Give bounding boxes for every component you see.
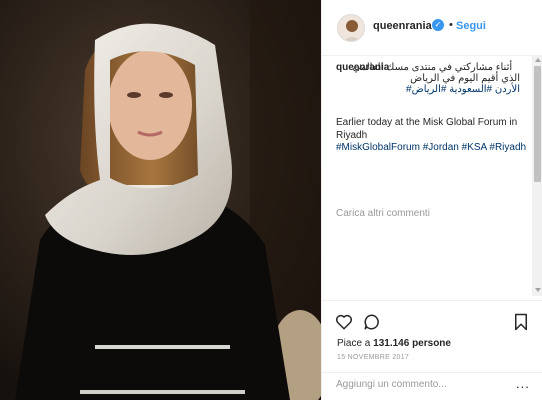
profile-avatar[interactable] (337, 14, 365, 42)
comments-scrollbar[interactable] (532, 56, 542, 296)
follow-button[interactable]: Segui (456, 20, 486, 32)
heart-outline-icon[interactable] (335, 313, 353, 331)
verified-badge-icon: ✓ (432, 19, 444, 31)
caption-english-text: Earlier today at the Misk Global Forum i… (336, 117, 518, 141)
caption-arabic-hashtags[interactable]: الأردن #السعودية #الرياض# (336, 84, 520, 95)
scroll-up-arrow-icon[interactable] (535, 58, 541, 62)
post-photo[interactable] (0, 0, 321, 400)
post-date: 15 NOVEMBRE 2017 (337, 354, 410, 361)
avatar-image (338, 15, 364, 41)
likes-prefix: Piace a (337, 338, 374, 349)
add-comment-bar: ... (322, 372, 542, 401)
header-separator: • (449, 19, 453, 31)
caption-english-hashtags[interactable]: #MiskGlobalForum #Jordan #KSA #Riyadh (336, 142, 526, 153)
profile-username[interactable]: queenrania (373, 20, 432, 32)
likes-number[interactable]: 131.146 persone (373, 338, 451, 349)
more-options-icon[interactable]: ... (516, 376, 530, 391)
caption-first-line: queenrania أثناء مشاركتي في منتدى مسك ال… (336, 62, 520, 73)
caption-arabic-line-2: الذي أقيم اليوم في الرياض (410, 73, 520, 84)
scroll-down-arrow-icon[interactable] (535, 288, 541, 292)
portrait-image (0, 0, 321, 400)
post-caption: queenrania أثناء مشاركتي في منتدى مسك ال… (336, 62, 526, 153)
instagram-post: queenrania ✓ • Segui queenrania أثناء مش… (0, 0, 542, 400)
post-header: queenrania ✓ • Segui (322, 0, 542, 56)
load-more-comments-link[interactable]: Carica altri commenti (336, 208, 430, 219)
caption-arabic-line-1: أثناء مشاركتي في منتدى مسك العالمي (352, 62, 513, 73)
likes-count[interactable]: Piace a 131.146 persone (337, 338, 451, 349)
speech-bubble-icon[interactable] (363, 313, 381, 331)
post-side-panel: queenrania ✓ • Segui queenrania أثناء مش… (321, 0, 542, 400)
scrollbar-thumb[interactable] (534, 66, 541, 182)
bookmark-icon[interactable] (513, 313, 529, 331)
add-comment-input[interactable] (336, 379, 496, 390)
comments-area: queenrania أثناء مشاركتي في منتدى مسك ال… (322, 56, 532, 296)
post-actions: Piace a 131.146 persone 15 NOVEMBRE 2017… (322, 300, 542, 400)
